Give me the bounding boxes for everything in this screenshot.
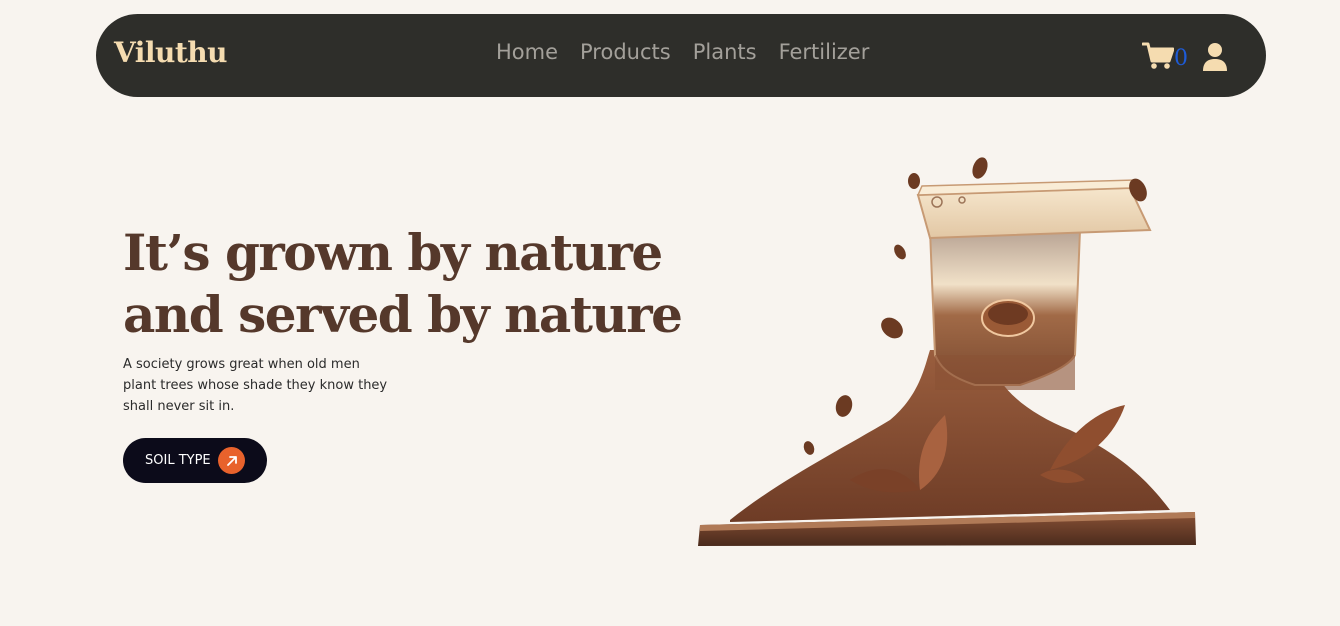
cart-count: 0 [1174, 46, 1188, 71]
nav-link-home[interactable]: Home [496, 40, 558, 64]
cart-icon [1142, 42, 1174, 69]
nav-link-plants[interactable]: Plants [693, 40, 757, 64]
hero-title-line-1: It’s grown by nature [123, 223, 663, 282]
cart-button[interactable]: 0 [1142, 42, 1188, 70]
user-button[interactable] [1202, 42, 1228, 75]
user-icon [1203, 43, 1227, 71]
arrow-up-right-icon [218, 447, 245, 474]
nav-link-fertilizer[interactable]: Fertilizer [779, 40, 870, 64]
hero-description: A society grows great when old men plant… [123, 357, 388, 414]
soil-type-button-label: SOIL TYPE [145, 453, 211, 468]
soil-type-button[interactable]: SOIL TYPE [123, 438, 267, 483]
nav-link-products[interactable]: Products [580, 40, 671, 64]
hero-title-line-2: and served by nature [123, 285, 683, 344]
hero-title: It’s grown by nature and served by natur… [123, 222, 683, 346]
nav-links: Home Products Plants Fertilizer [496, 40, 869, 64]
coffee-grinder-illustration [698, 157, 1196, 546]
navbar: Viluthu Home Products Plants Fertilizer … [96, 14, 1266, 97]
brand-logo[interactable]: Viluthu [114, 36, 228, 69]
